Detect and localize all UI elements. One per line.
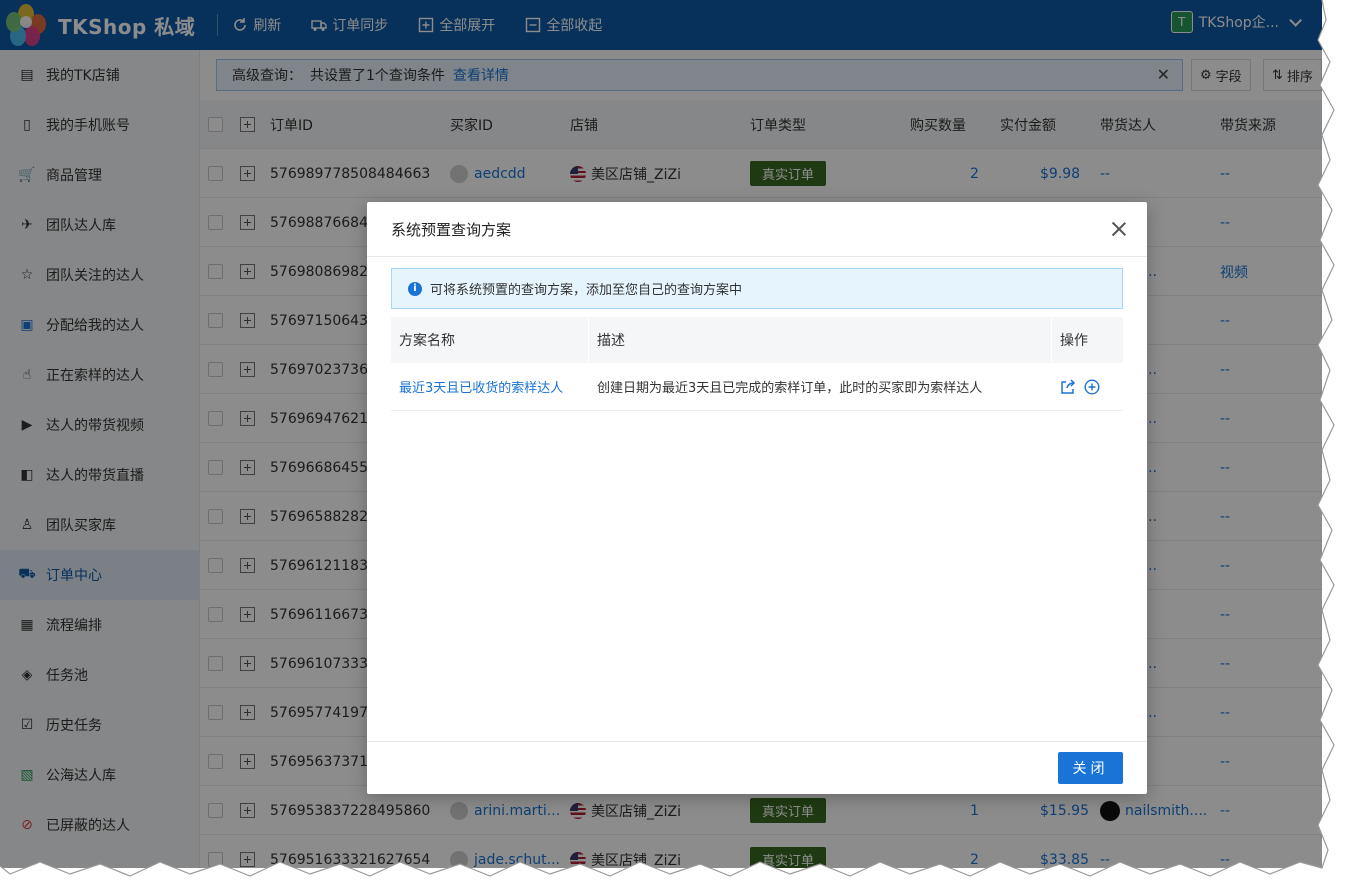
app-window: TKShop 私域 刷新 订单同步 全部展开 全部收起 T TKShop企...… [0, 0, 1322, 868]
dialog-footer: 关闭 [367, 741, 1147, 794]
info-icon: i [408, 281, 422, 296]
info-alert-text: 可将系统预置的查询方案，添加至您自己的查询方案中 [430, 283, 743, 298]
preset-row: 最近3天且已收货的索样达人 创建日期为最近3天且已完成的索样订单，此时的买家即为… [391, 363, 1123, 411]
add-circle-icon[interactable] [1084, 378, 1100, 395]
close-icon[interactable] [1109, 219, 1129, 239]
preset-query-dialog: 系统预置查询方案 i 可将系统预置的查询方案，添加至您自己的查询方案中 方案名称… [367, 202, 1147, 794]
preset-table: 方案名称 描述 操作 最近3天且已收货的索样达人 创建日期为最近3天且已完成的索… [391, 317, 1123, 411]
column-header-desc: 描述 [589, 317, 1052, 363]
preset-table-header: 方案名称 描述 操作 [391, 317, 1123, 363]
column-header-actions: 操作 [1060, 333, 1088, 349]
preset-actions [1052, 363, 1123, 410]
info-alert: i 可将系统预置的查询方案，添加至您自己的查询方案中 [391, 268, 1123, 309]
column-header-name: 方案名称 [391, 317, 589, 363]
dialog-title: 系统预置查询方案 [367, 202, 1147, 257]
share-icon[interactable] [1060, 378, 1076, 395]
close-button[interactable]: 关闭 [1058, 752, 1123, 784]
preset-description: 创建日期为最近3天且已完成的索样订单，此时的买家即为索样达人 [589, 363, 1052, 410]
preset-name-link[interactable]: 最近3天且已收货的索样达人 [391, 363, 589, 410]
